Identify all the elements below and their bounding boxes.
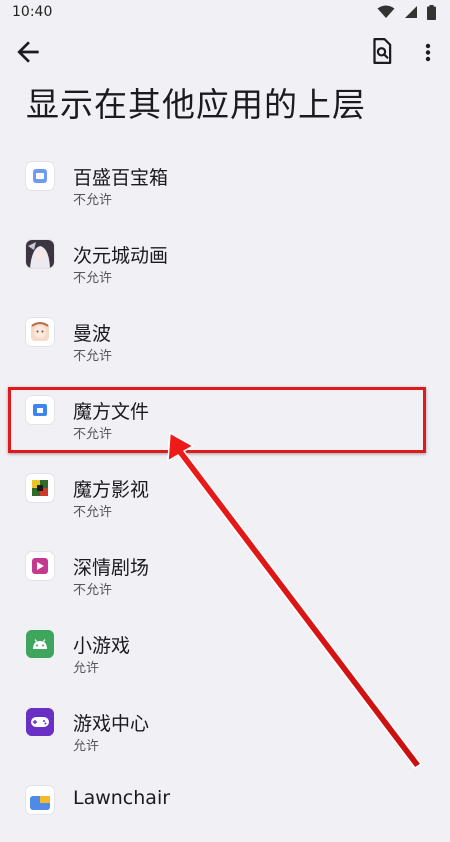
mofang-video-icon <box>26 474 54 502</box>
android-game-icon <box>26 630 54 658</box>
list-item[interactable]: 次元城动画 不允许 <box>0 218 450 296</box>
app-name: 深情剧场 <box>73 557 150 579</box>
status-time: 10:40 <box>12 4 53 20</box>
app-permission-status: 允许 <box>73 739 100 754</box>
app-permission-status: 不允许 <box>73 349 113 364</box>
app-permission-status: 不允许 <box>73 193 113 208</box>
app-name: 魔方影视 <box>73 479 150 501</box>
game-center-icon <box>26 708 54 736</box>
list-item[interactable]: Lawnchair <box>0 764 450 842</box>
list-item[interactable]: 深情剧场 不允许 <box>0 530 450 608</box>
more-options-button[interactable] <box>414 36 442 68</box>
app-name: 游戏中心 <box>73 713 150 735</box>
toolbar <box>0 30 450 74</box>
ciyuancheng-anime-icon <box>26 240 54 268</box>
status-icons <box>373 5 436 21</box>
baisheng-toolbox-icon <box>26 162 54 190</box>
list-item[interactable]: 魔方影视 不允许 <box>0 452 450 530</box>
back-button[interactable] <box>12 36 44 68</box>
app-name: Lawnchair <box>73 787 171 809</box>
highlight-annotation-box <box>8 387 426 453</box>
list-item[interactable]: 游戏中心 允许 <box>0 686 450 764</box>
list-item[interactable]: 小游戏 允许 <box>0 608 450 686</box>
manbo-icon <box>26 318 54 346</box>
app-name: 曼波 <box>73 323 112 345</box>
wifi-icon <box>377 5 395 18</box>
page-title: 显示在其他应用的上层 <box>26 85 366 124</box>
more-vert-icon <box>425 43 431 62</box>
app-name: 次元城动画 <box>73 245 169 267</box>
app-permission-status: 允许 <box>73 661 100 676</box>
app-name: 小游戏 <box>73 635 131 657</box>
app-permission-status: 不允许 <box>73 271 113 286</box>
status-bar: 10:40 <box>0 0 450 26</box>
app-permission-status: 不允许 <box>73 583 113 598</box>
list-item[interactable]: 曼波 不允许 <box>0 296 450 374</box>
list-item[interactable]: 百盛百宝箱 不允许 <box>0 140 450 218</box>
app-name: 百盛百宝箱 <box>73 167 169 189</box>
arrow-back-icon <box>17 41 39 63</box>
search-settings-button[interactable] <box>366 36 398 68</box>
battery-icon <box>427 5 436 20</box>
signal-icon <box>404 6 417 18</box>
shenqing-theater-icon <box>26 552 54 580</box>
app-permission-status: 不允许 <box>73 505 113 520</box>
search-document-icon <box>373 38 392 64</box>
lawnchair-icon <box>26 786 54 814</box>
